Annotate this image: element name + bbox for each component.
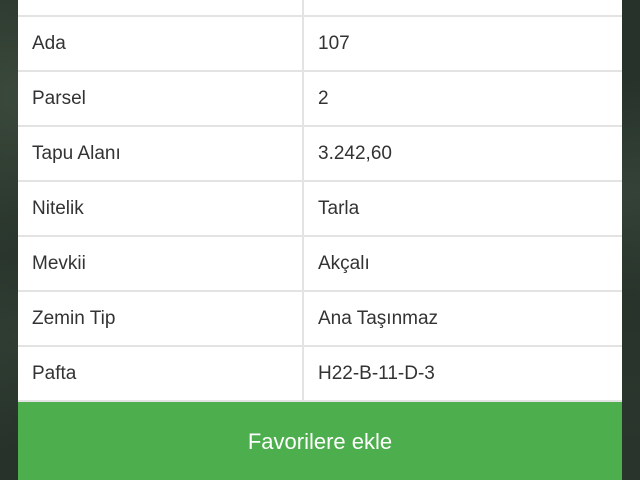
parcel-info-table: Ada 107 Parsel 2 Tapu Alanı 3.242,60 Nit… <box>18 0 622 402</box>
row-value-ada: 107 <box>302 15 622 72</box>
table-row: Mevkii Akçalı <box>18 235 622 292</box>
row-value-parsel: 2 <box>302 70 622 127</box>
table-row: Tapu Alanı 3.242,60 <box>18 125 622 182</box>
table-row: Zemin Tip Ana Taşınmaz <box>18 290 622 347</box>
table-row: Pafta H22-B-11-D-3 <box>18 345 622 402</box>
row-label <box>18 0 304 17</box>
row-value-nitelik: Tarla <box>302 180 622 237</box>
table-row <box>18 0 622 17</box>
row-label-zemin-tip: Zemin Tip <box>18 290 304 347</box>
table-row: Parsel 2 <box>18 70 622 127</box>
row-value <box>302 0 622 17</box>
table-row: Ada 107 <box>18 15 622 72</box>
row-label-pafta: Pafta <box>18 345 304 402</box>
row-value-mevkii: Akçalı <box>302 235 622 292</box>
row-label-nitelik: Nitelik <box>18 180 304 237</box>
row-label-ada: Ada <box>18 15 304 72</box>
row-label-mevkii: Mevkii <box>18 235 304 292</box>
row-label-parsel: Parsel <box>18 70 304 127</box>
row-value-tapu-alani: 3.242,60 <box>302 125 622 182</box>
add-to-favorites-button[interactable]: Favorilere ekle <box>18 402 622 480</box>
row-value-zemin-tip: Ana Taşınmaz <box>302 290 622 347</box>
row-value-pafta: H22-B-11-D-3 <box>302 345 622 402</box>
table-row: Nitelik Tarla <box>18 180 622 237</box>
row-label-tapu-alani: Tapu Alanı <box>18 125 304 182</box>
